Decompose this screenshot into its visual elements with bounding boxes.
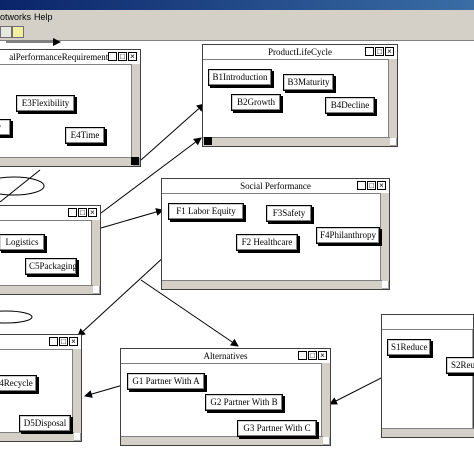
window-title xyxy=(382,315,473,330)
close-button[interactable]: × xyxy=(377,181,386,190)
horizontal-scrollbar[interactable] xyxy=(382,428,474,437)
vertical-scrollbar[interactable] xyxy=(388,59,397,138)
node-s1-reduce[interactable]: S1Reduce xyxy=(387,339,431,356)
node-g2-partner-b[interactable]: G2 Partner With B xyxy=(205,394,283,411)
node-f2-healthcare[interactable]: F2 Healthcare xyxy=(236,234,298,251)
maximize-button[interactable]: □ xyxy=(78,208,87,217)
horizontal-scrollbar[interactable] xyxy=(0,157,133,166)
minimize-button[interactable]: _ xyxy=(49,337,58,346)
link-strategy-alt xyxy=(329,375,386,405)
scroll-corner xyxy=(131,157,139,165)
window-alternatives[interactable]: Alternatives _ □ × G1 Partner With A G2 … xyxy=(120,348,331,446)
vertical-scrollbar[interactable] xyxy=(380,193,389,281)
maximize-button[interactable]: □ xyxy=(308,351,317,360)
window-requirements[interactable]: alPerformanceRequirements _ □ × E3Flexib… xyxy=(0,49,141,167)
window-social-performance[interactable]: Social Performance _ □ × F1 Labor Equity… xyxy=(161,178,390,290)
self-loop-2 xyxy=(0,310,33,324)
node-b4-decline[interactable]: B4Decline xyxy=(325,97,375,114)
maximize-button[interactable]: □ xyxy=(375,47,384,56)
node-b2-growth[interactable]: B2Growth xyxy=(231,94,281,111)
window-title: Social Performance xyxy=(162,179,389,194)
horizontal-scrollbar[interactable] xyxy=(203,137,390,146)
horizontal-scrollbar[interactable] xyxy=(0,432,74,441)
close-button[interactable]: × xyxy=(318,351,327,360)
node-s2-reuse[interactable]: S2Reu xyxy=(446,357,474,374)
node-recycle[interactable]: 4Recycle xyxy=(0,375,37,392)
close-button[interactable]: × xyxy=(385,47,394,56)
horizontal-scrollbar[interactable] xyxy=(0,285,93,294)
node-f3-safety[interactable]: F3Safety xyxy=(266,205,312,222)
scroll-thumb[interactable] xyxy=(204,137,212,145)
maximize-button[interactable]: □ xyxy=(59,337,68,346)
close-button[interactable]: × xyxy=(128,52,137,61)
vertical-scrollbar[interactable] xyxy=(72,349,81,433)
horizontal-scrollbar[interactable] xyxy=(162,280,382,289)
vertical-scrollbar[interactable] xyxy=(321,363,330,437)
close-button[interactable]: × xyxy=(69,337,78,346)
node-b1-introduction[interactable]: B1Introduction xyxy=(208,69,272,86)
link-alt-disposal xyxy=(84,384,124,398)
close-button[interactable]: × xyxy=(88,208,97,217)
node-g1-partner-a[interactable]: G1 Partner With A xyxy=(127,373,205,390)
window-disposal[interactable]: _ □ × 4Recycle D5Disposal xyxy=(0,334,82,442)
minimize-button[interactable]: _ xyxy=(298,351,307,360)
maximize-button[interactable]: □ xyxy=(367,181,376,190)
vertical-scrollbar[interactable] xyxy=(91,220,100,286)
node-b3-maturity[interactable]: B3Maturity xyxy=(283,74,334,91)
link-left xyxy=(0,169,41,203)
node-f4-philanthropy[interactable]: F4Philanthropy xyxy=(316,227,380,244)
minimize-button[interactable]: _ xyxy=(68,208,77,217)
node-e3-flexibility[interactable]: E3Flexibility xyxy=(16,95,75,112)
node-f1-labor-equity[interactable]: F1 Labor Equity xyxy=(168,203,244,220)
node-e4-time[interactable]: E4Time xyxy=(65,127,105,144)
node-quality[interactable]: lity xyxy=(0,119,11,136)
link-log-social xyxy=(100,208,164,229)
vertical-scrollbar[interactable] xyxy=(131,64,140,158)
minimize-button[interactable]: _ xyxy=(108,52,117,61)
window-strategy[interactable]: S1Reduce S2Reu xyxy=(381,314,474,438)
minimize-button[interactable]: _ xyxy=(357,181,366,190)
maximize-button[interactable]: □ xyxy=(118,52,127,61)
node-c5-packaging[interactable]: C5Packaging xyxy=(25,258,77,275)
horizontal-scrollbar[interactable] xyxy=(121,436,323,445)
link-req-plc xyxy=(140,103,205,161)
node-g3-partner-c[interactable]: G3 Partner With C xyxy=(237,420,317,437)
self-loop xyxy=(0,176,45,196)
node-d5-disposal[interactable]: D5Disposal xyxy=(19,415,71,432)
window-logistics[interactable]: _ □ × Logistics C5Packaging xyxy=(0,205,101,295)
minimize-button[interactable]: _ xyxy=(365,47,374,56)
node-logistics[interactable]: Logistics xyxy=(0,234,45,251)
window-product-life-cycle[interactable]: ProductLifeCycle _ □ × B1Introduction B3… xyxy=(202,44,398,147)
